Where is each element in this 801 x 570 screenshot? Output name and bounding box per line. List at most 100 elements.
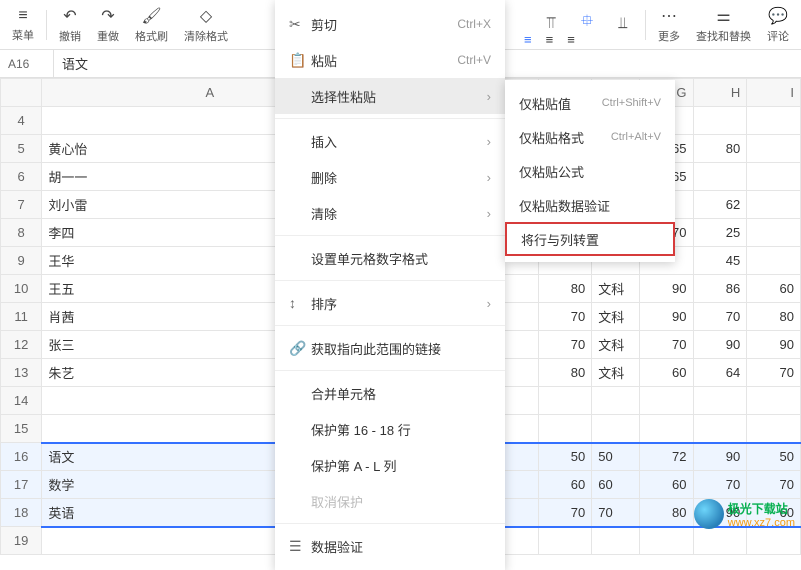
cell-H10[interactable]: 86	[693, 275, 747, 303]
cell-G14[interactable]	[639, 387, 693, 415]
row-header-18[interactable]: 18	[1, 499, 42, 527]
cell-F15[interactable]	[592, 415, 640, 443]
ctx-protect-rows[interactable]: 保护第 16 - 18 行	[275, 411, 505, 447]
cell-H5[interactable]: 80	[693, 135, 747, 163]
cell-H13[interactable]: 64	[693, 359, 747, 387]
ctx-num-format[interactable]: 设置单元格数字格式	[275, 240, 505, 276]
row-header-4[interactable]: 4	[1, 107, 42, 135]
ctx-paste[interactable]: 📋粘贴Ctrl+V	[275, 42, 505, 78]
cell-F11[interactable]: 文科	[592, 303, 640, 331]
cell-I17[interactable]: 70	[747, 471, 801, 499]
ctx-clear[interactable]: 清除›	[275, 195, 505, 231]
cell-F10[interactable]: 文科	[592, 275, 640, 303]
row-header-17[interactable]: 17	[1, 471, 42, 499]
cell-H11[interactable]: 70	[693, 303, 747, 331]
cell-F19[interactable]	[592, 527, 640, 555]
row-header-8[interactable]: 8	[1, 219, 42, 247]
cell-E10[interactable]: 80	[538, 275, 592, 303]
cell-E15[interactable]	[538, 415, 592, 443]
cell-I13[interactable]: 70	[747, 359, 801, 387]
cell-G19[interactable]	[639, 527, 693, 555]
row-header-6[interactable]: 6	[1, 163, 42, 191]
sub-transpose[interactable]: 将行与列转置	[505, 222, 675, 256]
cell-E13[interactable]: 80	[538, 359, 592, 387]
row-header-19[interactable]: 19	[1, 527, 42, 555]
cell-H16[interactable]: 90	[693, 443, 747, 471]
cell-I8[interactable]	[747, 219, 801, 247]
cell-I19[interactable]	[747, 527, 801, 555]
cell-G13[interactable]: 60	[639, 359, 693, 387]
align-center-icon[interactable]: ≡	[546, 32, 554, 47]
cell-F16[interactable]: 50	[592, 443, 640, 471]
cell-G10[interactable]: 90	[639, 275, 693, 303]
cell-reference[interactable]: A16	[0, 50, 54, 77]
row-header-10[interactable]: 10	[1, 275, 42, 303]
align-left-icon[interactable]: ≡	[524, 32, 532, 47]
more-button[interactable]: ⋯更多	[650, 4, 688, 46]
cell-E16[interactable]: 50	[538, 443, 592, 471]
cell-I9[interactable]	[747, 247, 801, 275]
ctx-protect-cols[interactable]: 保护第 A - L 列	[275, 447, 505, 483]
cell-I7[interactable]	[747, 191, 801, 219]
cell-I10[interactable]: 60	[747, 275, 801, 303]
cell-I4[interactable]	[747, 107, 801, 135]
row-header-5[interactable]: 5	[1, 135, 42, 163]
cell-E12[interactable]: 70	[538, 331, 592, 359]
cell-H8[interactable]: 25	[693, 219, 747, 247]
ctx-delete[interactable]: 删除›	[275, 159, 505, 195]
find-replace-button[interactable]: ⚌查找和替换	[688, 4, 759, 46]
cell-E17[interactable]: 60	[538, 471, 592, 499]
cell-G12[interactable]: 70	[639, 331, 693, 359]
valign-bot-button[interactable]: ⫫	[605, 13, 641, 37]
ctx-link[interactable]: 🔗获取指向此范围的链接	[275, 330, 505, 366]
sub-paste-format[interactable]: 仅粘贴格式Ctrl+Alt+V	[505, 120, 675, 154]
row-header-15[interactable]: 15	[1, 415, 42, 443]
cell-G11[interactable]: 90	[639, 303, 693, 331]
cell-G16[interactable]: 72	[639, 443, 693, 471]
clear-format-button[interactable]: ◇清除格式	[176, 4, 236, 46]
cell-F18[interactable]: 70	[592, 499, 640, 527]
redo-button[interactable]: ↷重做	[89, 4, 127, 46]
menu-button[interactable]: ≡菜单	[4, 5, 42, 45]
sub-paste-validation[interactable]: 仅粘贴数据验证	[505, 188, 675, 222]
cell-E19[interactable]	[538, 527, 592, 555]
cell-I11[interactable]: 80	[747, 303, 801, 331]
cell-I14[interactable]	[747, 387, 801, 415]
cell-I15[interactable]	[747, 415, 801, 443]
ctx-sort[interactable]: ↕排序›	[275, 285, 505, 321]
row-header-7[interactable]: 7	[1, 191, 42, 219]
cell-H17[interactable]: 70	[693, 471, 747, 499]
ctx-insert[interactable]: 插入›	[275, 123, 505, 159]
cell-F12[interactable]: 文科	[592, 331, 640, 359]
cell-H9[interactable]: 45	[693, 247, 747, 275]
comment-button[interactable]: 💬评论	[759, 4, 797, 46]
row-header-13[interactable]: 13	[1, 359, 42, 387]
row-header-12[interactable]: 12	[1, 331, 42, 359]
format-painter-button[interactable]: 🖌格式刷	[127, 4, 176, 46]
undo-button[interactable]: ↶撤销	[51, 4, 89, 46]
sub-paste-values[interactable]: 仅粘贴值Ctrl+Shift+V	[505, 86, 675, 120]
select-all-corner[interactable]	[1, 79, 42, 107]
col-header-I[interactable]: I	[747, 79, 801, 107]
cell-H14[interactable]	[693, 387, 747, 415]
cell-H12[interactable]: 90	[693, 331, 747, 359]
row-header-11[interactable]: 11	[1, 303, 42, 331]
ctx-data-validation[interactable]: ☰数据验证	[275, 528, 505, 564]
col-header-H[interactable]: H	[693, 79, 747, 107]
cell-G18[interactable]: 80	[639, 499, 693, 527]
cell-I12[interactable]: 90	[747, 331, 801, 359]
cell-value[interactable]: 语文	[54, 54, 96, 73]
cell-F13[interactable]: 文科	[592, 359, 640, 387]
cell-F14[interactable]	[592, 387, 640, 415]
row-header-9[interactable]: 9	[1, 247, 42, 275]
sub-paste-formula[interactable]: 仅粘贴公式	[505, 154, 675, 188]
ctx-paste-special[interactable]: 选择性粘贴›	[275, 78, 505, 114]
cell-G17[interactable]: 60	[639, 471, 693, 499]
cell-E14[interactable]	[538, 387, 592, 415]
cell-E11[interactable]: 70	[538, 303, 592, 331]
cell-G15[interactable]	[639, 415, 693, 443]
cell-E18[interactable]: 70	[538, 499, 592, 527]
cell-H7[interactable]: 62	[693, 191, 747, 219]
ctx-cut[interactable]: ✂剪切Ctrl+X	[275, 6, 505, 42]
cell-I16[interactable]: 50	[747, 443, 801, 471]
